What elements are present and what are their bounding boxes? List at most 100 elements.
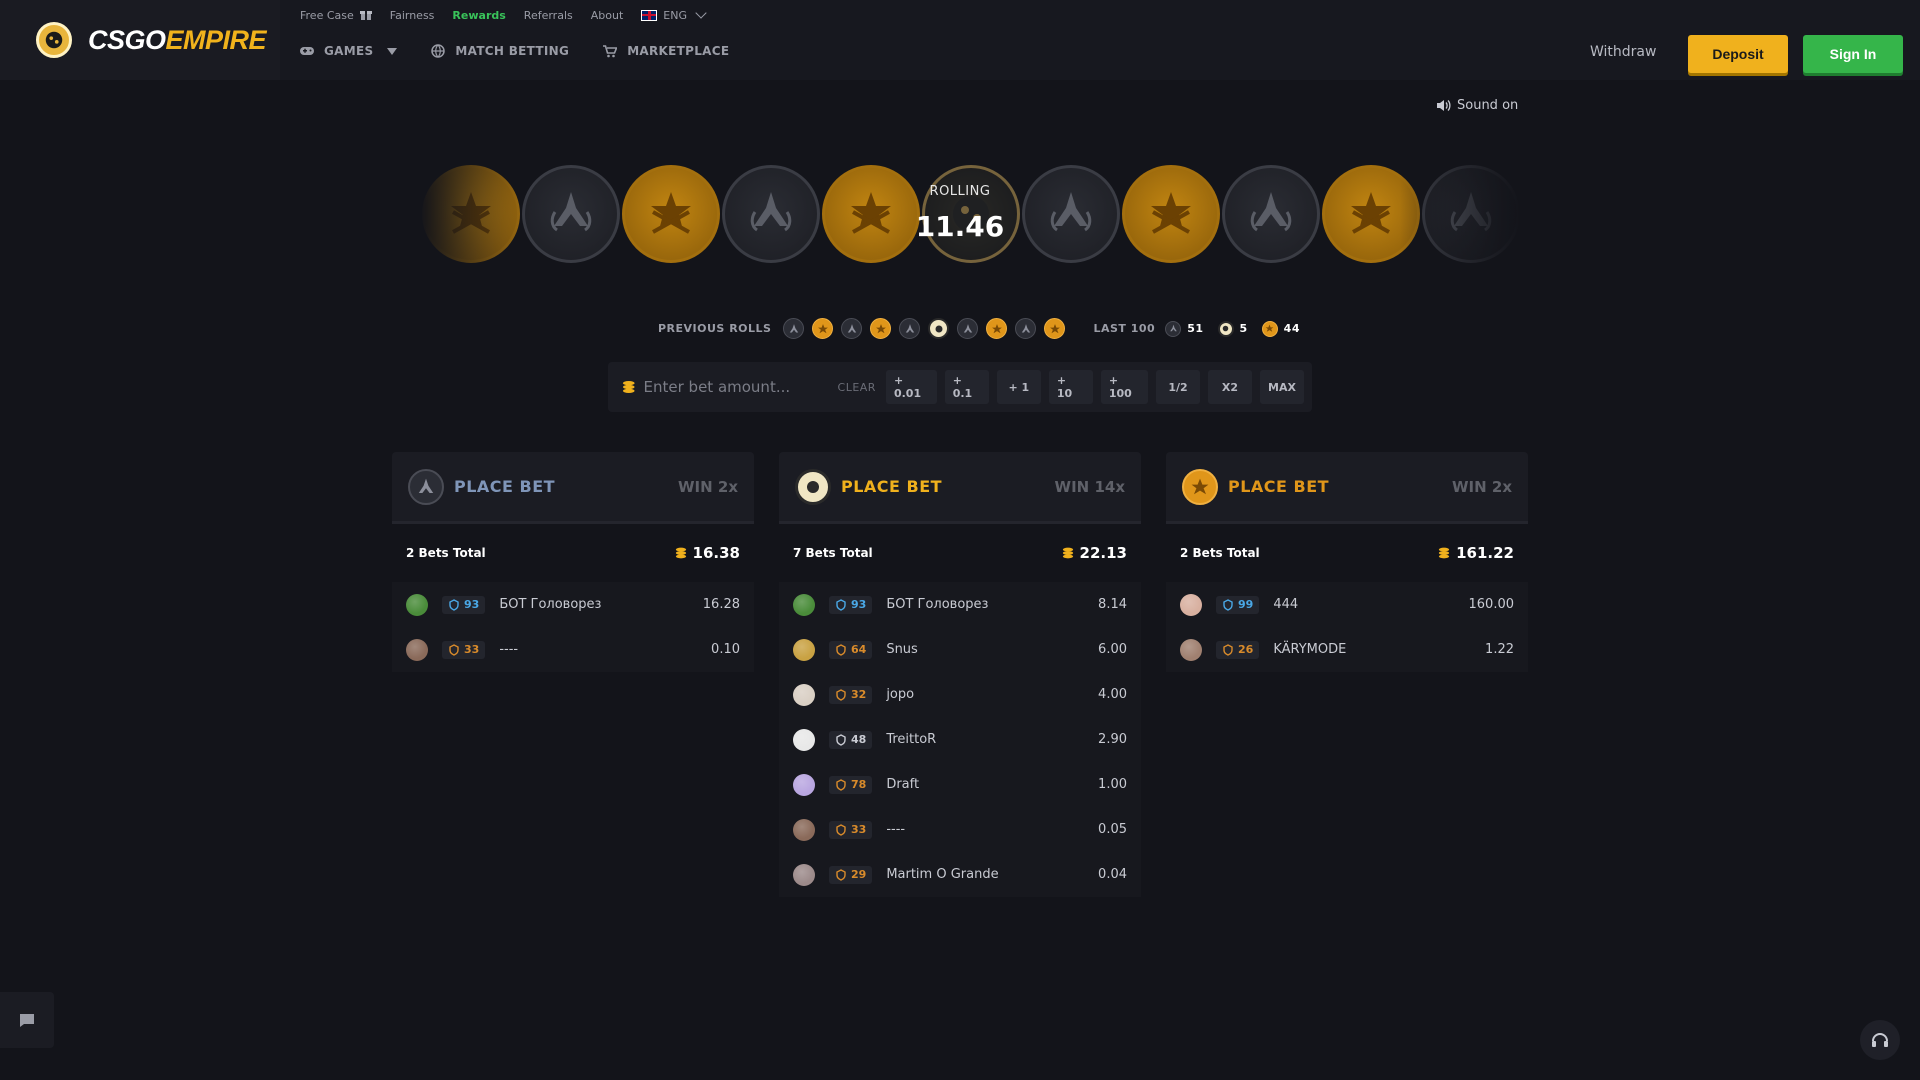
last-100-label: LAST 100 [1093,322,1156,335]
bet-row[interactable]: 93 БОТ Головорез 8.14 [779,582,1141,627]
last-100-t-count: 44 [1283,322,1300,335]
bet-row[interactable]: 33 ---- 0.10 [392,627,754,672]
level-value: 32 [851,688,867,701]
bet-row[interactable]: 78 Draft 1.00 [779,762,1141,807]
support-button[interactable] [1860,1020,1900,1060]
level-value: 64 [851,643,867,656]
quick-amount-button[interactable]: MAX [1259,370,1304,404]
quick-amount-button[interactable]: + 0.01 [885,370,937,404]
level-badge: 33 [442,640,486,659]
last-100-dice-count: 5 [1239,322,1248,335]
bets-total-value: 161.22 [1456,544,1514,562]
bet-amount-input[interactable] [643,378,838,396]
t-coin-icon [1182,468,1218,505]
nav-rewards-label: Rewards [452,8,506,22]
place-bet-label: PLACE BET [841,477,943,496]
place-bet-button-ct[interactable]: PLACE BET WIN 2x [392,452,754,524]
nav-match-betting-label: MATCH BETTING [455,44,570,58]
bettor-name: KÄRYMODE [1273,642,1347,657]
bets-total-amount: 22.13 [1062,544,1127,562]
bet-panel-dice: PLACE BET WIN 14x 7 Bets Total 22.13 93 … [779,452,1141,897]
chat-icon [20,1013,34,1027]
bet-row[interactable]: 33 ---- 0.05 [779,807,1141,852]
ct-coin-icon [408,468,444,505]
win-multiplier: WIN 2x [1451,477,1512,496]
level-badge: 29 [829,865,873,884]
strip-t-coin [1122,165,1220,263]
previous-roll-dice-coin [928,318,950,339]
bet-amount: 2.90 [1098,732,1127,747]
bet-row[interactable]: 29 Martim O Grande 0.04 [779,852,1141,897]
speaker-icon [1437,100,1451,111]
bet-row[interactable]: 99 444 160.00 [1166,582,1528,627]
uk-flag-icon [641,9,658,21]
bets-total-row: 7 Bets Total 22.13 [779,524,1141,582]
chat-toggle-button[interactable] [0,992,54,1048]
ct-coin-icon [1250,192,1292,232]
quick-amount-button[interactable]: 1/2 [1155,370,1200,404]
level-value: 33 [464,643,480,656]
sign-in-button[interactable]: Sign In [1803,35,1903,73]
quick-amount-button[interactable]: + 100 [1100,370,1148,404]
nav-games[interactable]: GAMES [300,44,398,58]
nav-rewards[interactable]: Rewards [452,9,505,22]
avatar [793,593,815,616]
bet-input-bar: CLEAR + 0.01+ 0.1+ 1+ 10+ 1001/2X2MAX [608,362,1312,412]
coins-icon [675,547,686,559]
logo[interactable]: CSGOEMPIRE [0,0,280,80]
bets-total-label: 2 Bets Total [406,546,486,560]
nav-fairness[interactable]: Fairness [390,9,435,22]
rolling-label: ROLLING [929,184,991,199]
quick-amount-button[interactable]: + 0.1 [944,370,989,404]
strip-t-coin [622,165,720,263]
level-shield-icon [1223,598,1233,611]
previous-roll-t-coin [986,318,1008,339]
place-bet-button-t[interactable]: PLACE BET WIN 2x [1166,452,1528,524]
previous-roll-t-coin [1044,318,1066,339]
strip-ct-coin [522,165,620,263]
level-shield-icon [1223,643,1233,656]
dice-coin-icon [1217,320,1234,337]
quick-amount-button[interactable]: + 10 [1048,370,1093,404]
nav-match-betting[interactable]: MATCH BETTING [431,44,569,58]
previous-rolls: PREVIOUS ROLLS LAST 100 51 5 44 [658,318,1308,339]
previous-roll-ct-coin [783,318,805,339]
avatar [1180,638,1202,661]
globe-icon [431,44,446,58]
bets-total-row: 2 Bets Total 161.22 [1166,524,1528,582]
language-select[interactable]: ENG [641,7,707,22]
bet-row[interactable]: 32 jopo 4.00 [779,672,1141,717]
sound-toggle[interactable]: Sound on [1437,98,1518,113]
bet-row[interactable]: 93 БОТ Головорез 16.28 [392,582,754,627]
withdraw-link[interactable]: Withdraw [1590,44,1656,60]
nav-free-case[interactable]: Free Case [300,9,372,22]
bet-row[interactable]: 26 KÄRYMODE 1.22 [1166,627,1528,672]
bettor-name: TreittoR [886,732,937,747]
bet-row[interactable]: 48 TreittoR 2.90 [779,717,1141,762]
avatar [793,818,815,841]
win-multiplier: WIN 2x [677,477,738,496]
place-bet-button-dice[interactable]: PLACE BET WIN 14x [779,452,1141,524]
bettor-name: Snus [886,642,918,657]
quick-amount-button[interactable]: X2 [1207,370,1252,404]
nav-about[interactable]: About [591,9,624,22]
level-value: 29 [851,868,867,881]
avatar [406,593,428,616]
t-coin-icon [651,192,691,234]
level-shield-icon [836,598,846,611]
bet-amount: 16.28 [702,597,740,612]
deposit-button[interactable]: Deposit [1688,35,1788,73]
logo-text: CSGOEMPIRE [88,24,267,55]
bet-amount: 4.00 [1098,687,1127,702]
quick-amount-button[interactable]: + 1 [996,370,1041,404]
cart-icon [603,44,618,57]
bet-row[interactable]: 64 Snus 6.00 [779,627,1141,672]
bettor-name: ---- [499,642,519,657]
nav-referrals[interactable]: Referrals [524,9,573,22]
clear-button[interactable]: CLEAR [838,381,876,394]
bets-list: 93 БОТ Головорез 8.14 64 Snus 6.00 32 jo… [779,582,1141,897]
bet-amount: 6.00 [1098,642,1127,657]
bettor-name: БОТ Головорез [886,597,989,612]
nav-marketplace[interactable]: MARKETPLACE [603,44,729,58]
level-shield-icon [836,868,846,881]
